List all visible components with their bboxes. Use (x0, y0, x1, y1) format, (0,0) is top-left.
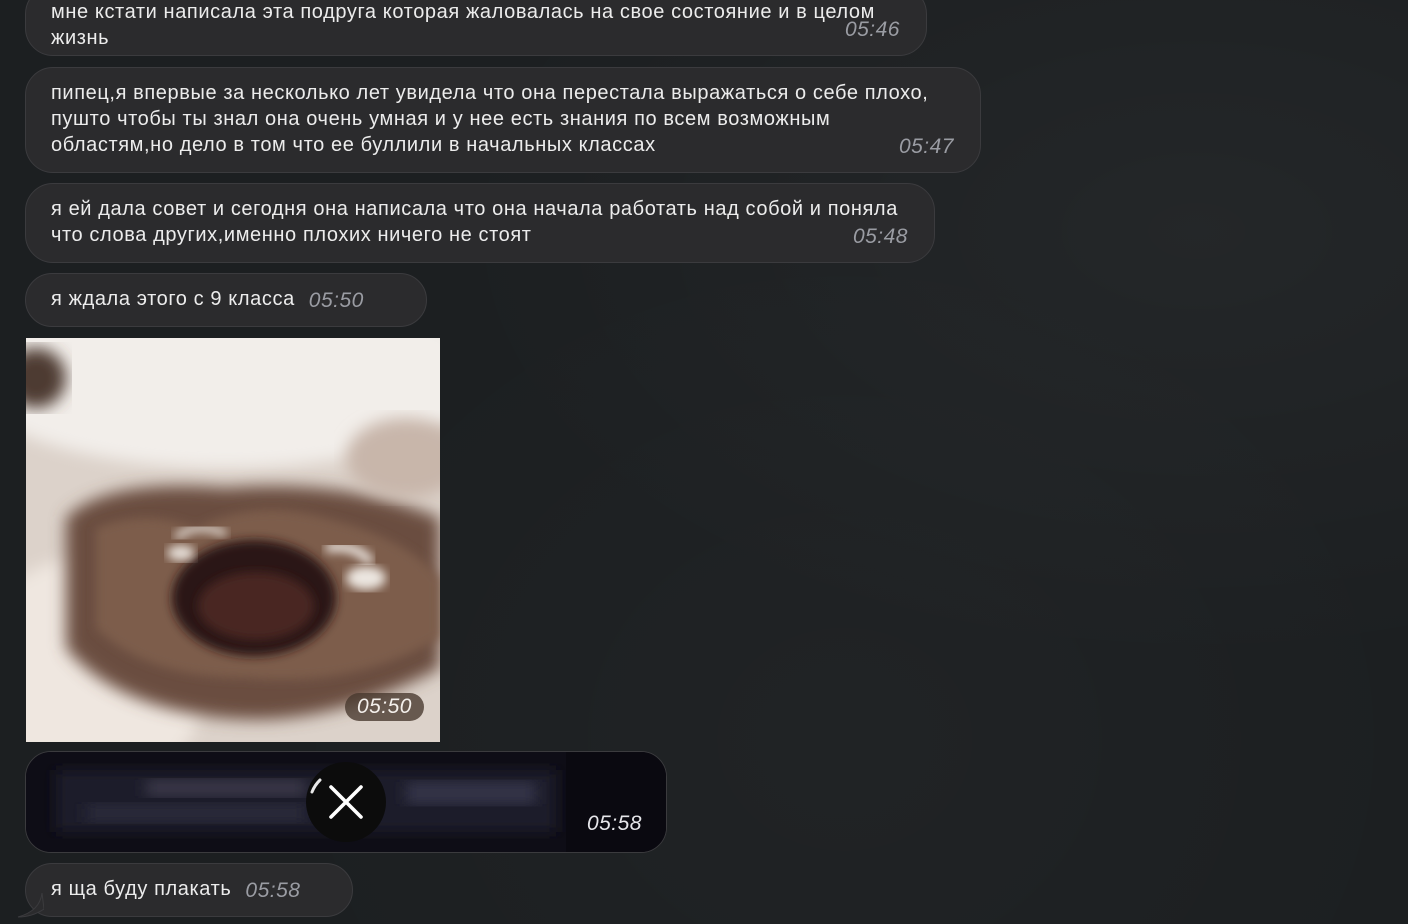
video-message[interactable]: 05:58 (25, 751, 667, 853)
message-text: пипец,я впервые за несколько лет увидела… (51, 82, 929, 156)
message-text: мне кстати написала эта подруга которая … (51, 1, 875, 49)
close-icon (310, 778, 363, 819)
message-bubble-7[interactable]: я ща буду плакать 05:58 (25, 863, 353, 917)
message-text: я ждала этого с 9 класса (51, 288, 295, 310)
message-text: я ща буду плакать (51, 878, 232, 900)
message-time: 05:58 (245, 879, 301, 902)
bubble-tail (17, 893, 44, 918)
message-time: 05:46 (844, 18, 900, 41)
message-time: 05:50 (308, 289, 364, 312)
cancel-download-button[interactable] (306, 762, 386, 842)
crying-face-image (26, 338, 440, 742)
message-bubble-1[interactable]: мне кстати написала эта подруга которая … (25, 0, 927, 56)
message-time: 05:58 (586, 812, 642, 835)
image-message[interactable]: 05:50 (26, 338, 440, 742)
message-bubble-4[interactable]: я ждала этого с 9 класса 05:50 (25, 273, 427, 327)
message-bubble-3[interactable]: я ей дала совет и сегодня она написала ч… (25, 183, 935, 263)
message-bubble-2[interactable]: пипец,я впервые за несколько лет увидела… (25, 67, 981, 173)
message-text: я ей дала совет и сегодня она написала ч… (51, 198, 898, 246)
message-time: 05:50 (344, 693, 424, 721)
message-time: 05:48 (852, 225, 908, 248)
message-time: 05:47 (898, 135, 954, 158)
